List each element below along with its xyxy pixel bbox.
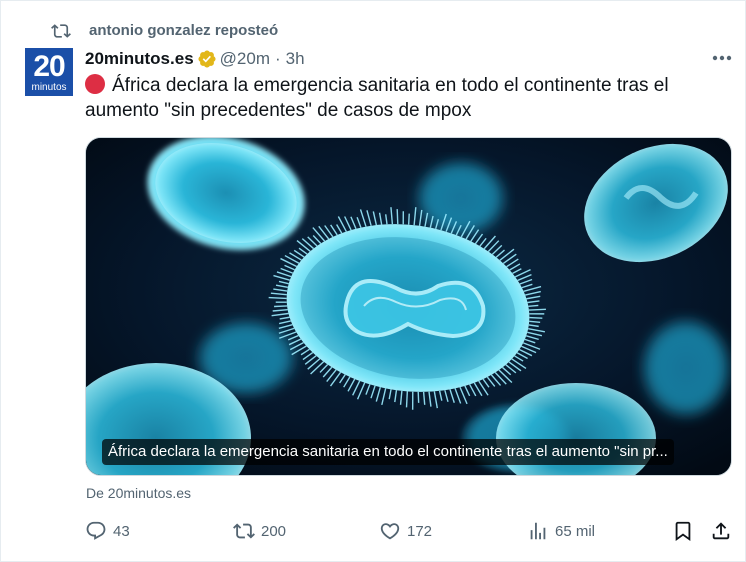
virus-spike bbox=[405, 391, 409, 408]
like-count: 172 bbox=[407, 522, 433, 540]
virus-spike bbox=[396, 209, 399, 225]
reply-button[interactable]: 43 bbox=[85, 516, 130, 546]
avatar[interactable]: 20 minutos bbox=[25, 48, 73, 96]
like-button[interactable]: 172 bbox=[379, 516, 432, 546]
more-dots-icon bbox=[712, 55, 732, 61]
views-button[interactable]: 65 mil bbox=[527, 516, 595, 546]
virus-spike bbox=[407, 213, 410, 225]
more-options-button[interactable] bbox=[709, 47, 735, 69]
reply-icon bbox=[86, 521, 106, 540]
avatar-number: 20 bbox=[33, 49, 65, 83]
media-caption: África declara la emergencia sanitaria e… bbox=[102, 439, 674, 465]
separator-dot: · bbox=[274, 49, 281, 68]
share-button[interactable] bbox=[710, 516, 732, 546]
repost-user-text[interactable]: antonio gonzalez reposteó bbox=[89, 22, 278, 39]
display-name[interactable]: 20minutos.es bbox=[85, 49, 194, 69]
tweet-text: África declara la emergencia sanitaria e… bbox=[85, 73, 705, 123]
heart-icon bbox=[380, 523, 400, 540]
avatar-word: minutos bbox=[31, 81, 67, 93]
tweet-card[interactable]: antonio gonzalez reposteó 20 minutos 20m… bbox=[0, 0, 746, 562]
repost-icon bbox=[233, 523, 255, 539]
views-count: 65 mil bbox=[555, 522, 596, 540]
reply-count: 43 bbox=[113, 522, 130, 540]
repost-indicator: antonio gonzalez reposteó bbox=[51, 19, 278, 41]
tweet-text-content: África declara la emergencia sanitaria e… bbox=[85, 75, 669, 121]
repost-button[interactable]: 200 bbox=[233, 516, 286, 546]
bookmark-icon bbox=[675, 521, 691, 542]
virus-spike bbox=[274, 305, 288, 308]
share-icon bbox=[712, 522, 730, 540]
bookmark-button[interactable] bbox=[672, 516, 694, 546]
virus-spike bbox=[528, 304, 539, 307]
action-bar: 43 200 172 65 mil bbox=[85, 516, 735, 546]
source-link[interactable]: De 20minutos.es bbox=[86, 485, 191, 501]
verified-gold-badge-icon[interactable] bbox=[197, 49, 217, 69]
red-circle-emoji-icon bbox=[85, 74, 105, 94]
repost-icon bbox=[51, 24, 71, 38]
tweet-header: 20minutos.es @20m · 3h bbox=[85, 46, 305, 72]
mpox-virus-image bbox=[86, 138, 731, 475]
repost-count: 200 bbox=[261, 522, 287, 540]
timestamp[interactable]: 3h bbox=[286, 49, 305, 69]
handle[interactable]: @20m bbox=[220, 49, 270, 69]
virus-spike bbox=[528, 308, 546, 311]
virus-spike bbox=[268, 296, 287, 300]
virus-spike bbox=[529, 316, 543, 319]
media-card[interactable]: África declara la emergencia sanitaria e… bbox=[85, 137, 732, 476]
views-icon bbox=[530, 522, 546, 540]
